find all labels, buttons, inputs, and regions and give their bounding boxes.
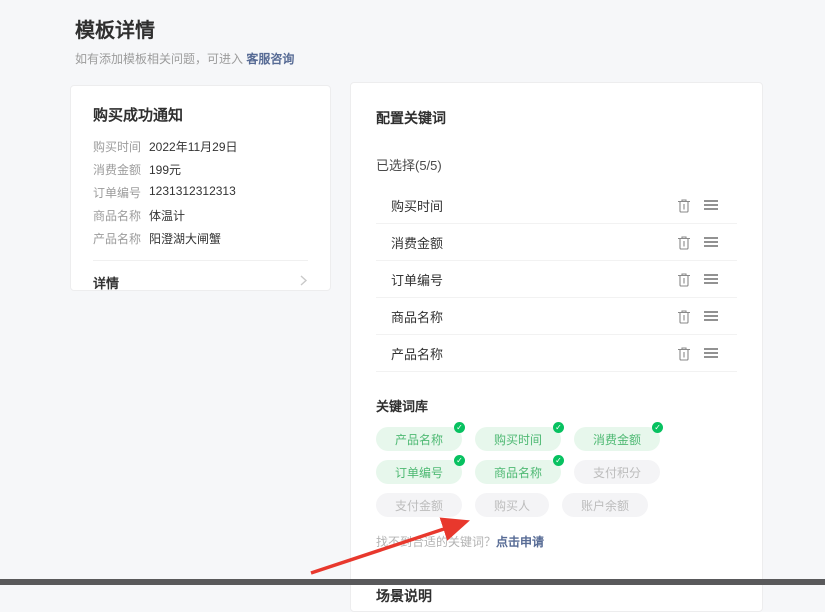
selected-keyword-label: 订单编号 [391,270,443,289]
keyword-pill[interactable]: 产品名称✓ [376,427,462,451]
keyword-pill-label: 支付金额 [395,497,443,514]
template-field-row: 商品名称 体温计 [93,207,308,230]
selected-keyword-label: 产品名称 [391,344,443,363]
drag-keyword-handle[interactable] [703,310,719,322]
selected-keyword-row: 订单编号 [376,261,737,298]
check-badge-icon: ✓ [553,455,564,466]
drag-handle-icon [703,236,719,248]
keyword-pill-label: 购买人 [494,497,530,514]
keyword-pill-label: 支付积分 [593,464,641,481]
delete-keyword-button[interactable] [677,309,691,324]
keyword-pill[interactable]: 支付金额 [376,493,462,517]
drag-keyword-handle[interactable] [703,347,719,359]
keyword-pill[interactable]: 支付积分 [574,460,660,484]
keyword-config-panel: 配置关键词 已选择(5/5) 购买时间 消费金额 订单编号 商品名称 [350,82,763,612]
drag-handle-icon [703,310,719,322]
field-label: 产品名称 [93,230,141,247]
template-field-row: 订单编号 1231312312313 [93,184,308,207]
delete-keyword-button[interactable] [677,346,691,361]
selected-keyword-label: 商品名称 [391,307,443,326]
keyword-pill-label: 消费金额 [593,431,641,448]
keyword-pill[interactable]: 订单编号✓ [376,460,462,484]
field-value: 体温计 [149,207,185,224]
apply-keyword-line: 找不到合适的关键词？点击申请 [376,533,737,550]
selected-count: 已选择(5/5) [376,155,737,174]
subtitle-text: 如有添加模板相关问题，可进入 [75,52,246,66]
keyword-pill[interactable]: 账户余额 [562,493,648,517]
page-subtitle: 如有添加模板相关问题，可进入 客服咨询 [75,50,294,67]
field-value: 1231312312313 [149,184,236,198]
keyword-pill-label: 订单编号 [395,464,443,481]
check-badge-icon: ✓ [553,422,564,433]
field-label: 订单编号 [93,184,141,201]
trash-icon [677,309,691,324]
apply-hint-text: 找不到合适的关键词？ [376,535,496,549]
field-label: 消费金额 [93,161,141,178]
chevron-right-icon [299,274,308,292]
keyword-pill-label: 产品名称 [395,431,443,448]
selected-keyword-list: 购买时间 消费金额 订单编号 商品名称 [376,187,737,372]
check-badge-icon: ✓ [454,455,465,466]
drag-keyword-handle[interactable] [703,273,719,285]
drag-handle-icon [703,199,719,211]
keyword-library-title: 关键词库 [376,396,737,415]
drag-handle-icon [703,273,719,285]
bottom-edge-bar [0,579,825,585]
selected-keyword-label: 购买时间 [391,196,443,215]
selected-keyword-row: 产品名称 [376,335,737,372]
selected-keyword-row: 消费金额 [376,224,737,261]
keyword-pill[interactable]: 消费金额✓ [574,427,660,451]
selected-keyword-label: 消费金额 [391,233,443,252]
template-field-row: 产品名称 阳澄湖大闸蟹 [93,230,308,253]
keyword-library: 产品名称✓ 购买时间✓ 消费金额✓ 订单编号✓ 商品名称✓ 支付积分 支付金额 … [376,427,746,517]
delete-keyword-button[interactable] [677,198,691,213]
selected-keyword-row: 购买时间 [376,187,737,224]
delete-keyword-button[interactable] [677,272,691,287]
field-label: 购买时间 [93,138,141,155]
keyword-pill-label: 购买时间 [494,431,542,448]
drag-keyword-handle[interactable] [703,199,719,211]
field-value: 2022年11月29日 [149,138,238,155]
delete-keyword-button[interactable] [677,235,691,250]
selected-keyword-row: 商品名称 [376,298,737,335]
template-field-row: 购买时间 2022年11月29日 [93,138,308,161]
template-title: 购买成功通知 [93,104,308,125]
scene-section-title: 场景说明 [376,586,737,606]
trash-icon [677,272,691,287]
trash-icon [677,235,691,250]
keyword-pill-label: 账户余额 [581,497,629,514]
detail-link-row[interactable]: 详情 [93,260,308,304]
field-value: 199元 [149,161,181,178]
keyword-pill[interactable]: 购买时间✓ [475,427,561,451]
drag-handle-icon [703,347,719,359]
trash-icon [677,346,691,361]
keyword-pill-label: 商品名称 [494,464,542,481]
template-preview-card: 购买成功通知 购买时间 2022年11月29日 消费金额 199元 订单编号 1… [70,85,331,291]
customer-service-link[interactable]: 客服咨询 [246,52,294,66]
trash-icon [677,198,691,213]
field-label: 商品名称 [93,207,141,224]
check-badge-icon: ✓ [454,422,465,433]
config-section-title: 配置关键词 [376,108,737,128]
keyword-pill[interactable]: 购买人 [475,493,549,517]
drag-keyword-handle[interactable] [703,236,719,248]
page-title: 模板详情 [75,14,155,43]
keyword-pill[interactable]: 商品名称✓ [475,460,561,484]
field-value: 阳澄湖大闸蟹 [149,230,221,247]
apply-keyword-link[interactable]: 点击申请 [496,535,544,549]
detail-label: 详情 [93,273,119,292]
template-fields: 购买时间 2022年11月29日 消费金额 199元 订单编号 12313123… [93,138,308,253]
template-field-row: 消费金额 199元 [93,161,308,184]
check-badge-icon: ✓ [652,422,663,433]
